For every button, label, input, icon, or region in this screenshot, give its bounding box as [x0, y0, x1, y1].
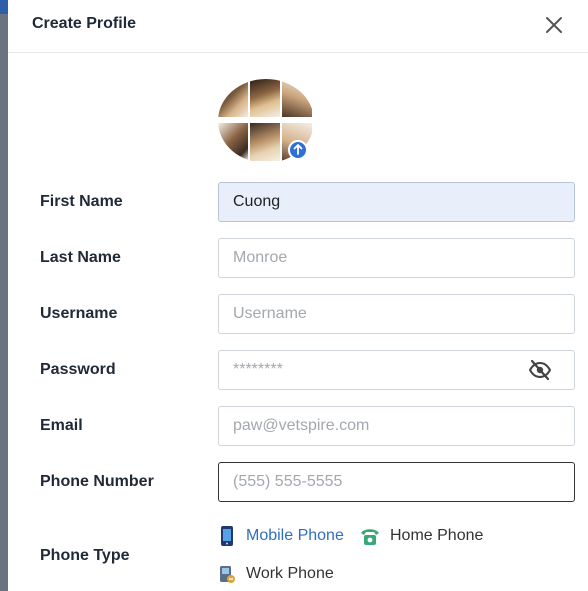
phone-type-label-text: Work Phone — [246, 565, 334, 582]
dialog-header: Create Profile — [8, 0, 588, 53]
username-label: Username — [40, 305, 118, 322]
eye-off-icon[interactable] — [528, 359, 552, 381]
phone-type-work[interactable]: Work Phone — [218, 563, 334, 585]
background-panel — [0, 0, 8, 591]
phone-type-mobile[interactable]: Mobile Phone — [218, 525, 344, 547]
username-field[interactable] — [218, 294, 575, 334]
home-phone-icon — [361, 529, 379, 545]
create-profile-dialog: Create Profile First Name Last Name User… — [8, 0, 588, 591]
avatar[interactable] — [218, 79, 314, 163]
password-label: Password — [40, 361, 116, 378]
first-name-label: First Name — [40, 193, 123, 210]
phone-type-label-text: Home Phone — [390, 527, 484, 544]
upload-icon[interactable] — [288, 140, 308, 160]
phone-type-home[interactable]: Home Phone — [360, 525, 483, 547]
phone-type-label: Phone Type — [40, 547, 130, 564]
last-name-field[interactable] — [218, 238, 575, 278]
phone-type-label-text: Mobile Phone — [246, 527, 344, 544]
last-name-label: Last Name — [40, 249, 121, 266]
phone-number-field[interactable] — [218, 462, 575, 502]
email-label: Email — [40, 417, 83, 434]
phone-number-label: Phone Number — [40, 473, 154, 490]
work-phone-icon — [220, 566, 235, 583]
mobile-phone-icon — [221, 526, 233, 546]
first-name-field[interactable] — [218, 182, 575, 222]
background-accent — [0, 0, 8, 14]
close-icon[interactable] — [543, 14, 565, 36]
email-field[interactable] — [218, 406, 575, 446]
dialog-title: Create Profile — [32, 15, 137, 32]
password-field[interactable] — [218, 350, 575, 390]
